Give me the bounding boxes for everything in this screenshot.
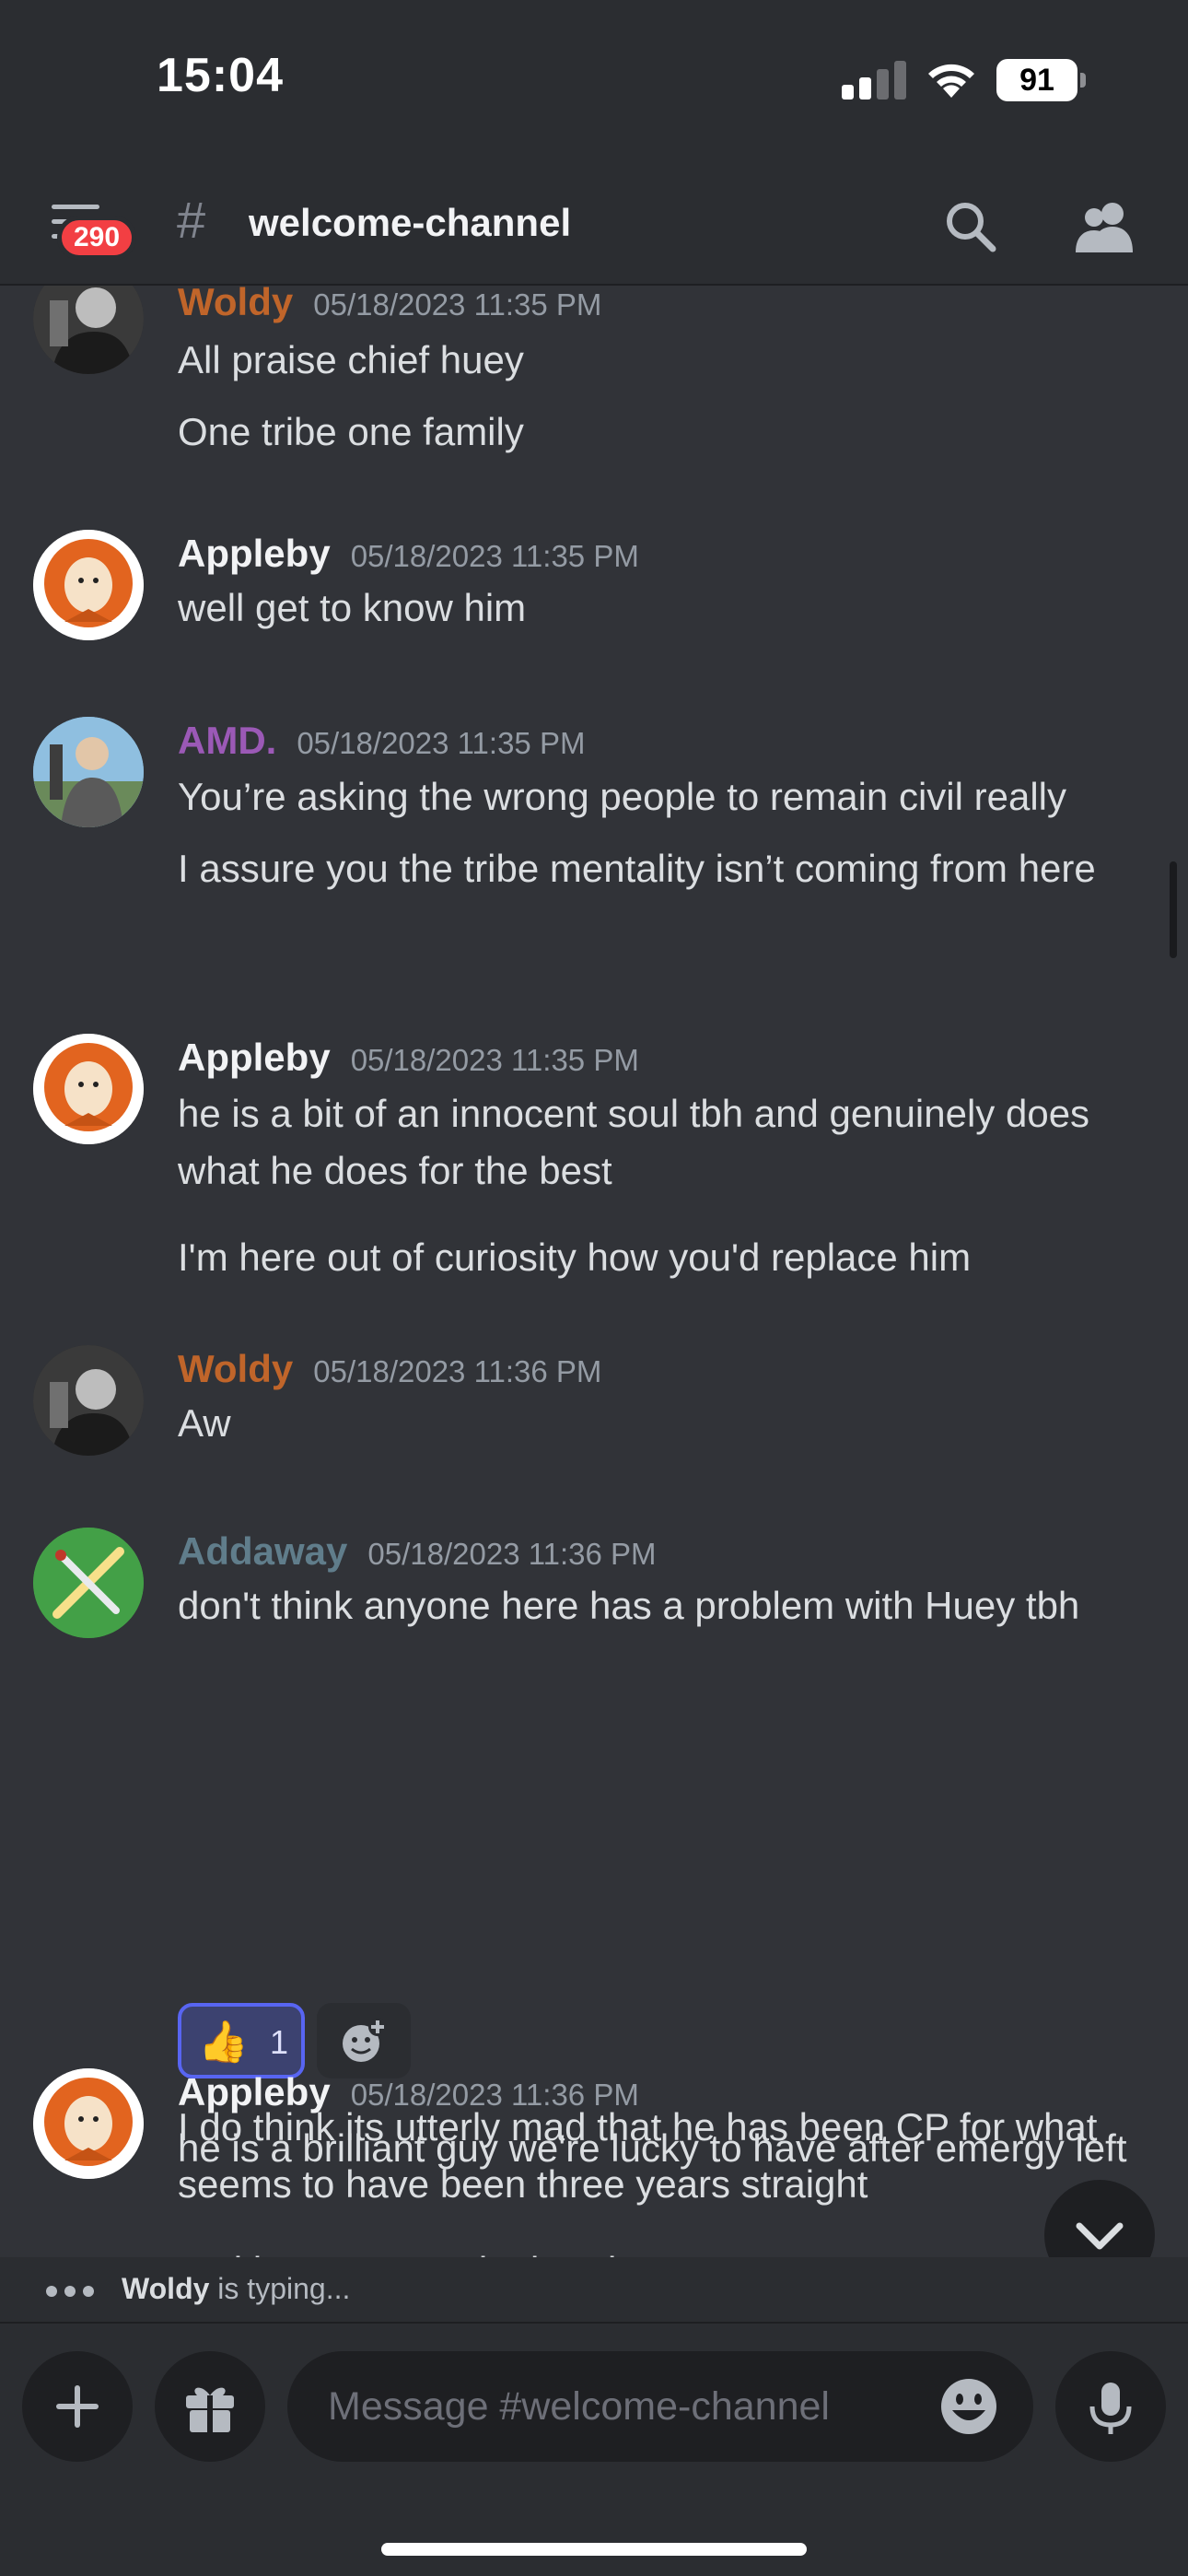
avatar[interactable]: [33, 1034, 144, 1144]
message-text: All praise chief huey: [178, 338, 524, 381]
message-list[interactable]: Woldy 05/18/2023 11:35 PM All praise chie…: [0, 286, 1188, 2257]
message-text: You’re asking the wrong people to remain…: [178, 775, 1066, 818]
plus-icon: [56, 2385, 99, 2428]
avatar[interactable]: [33, 1345, 144, 1456]
avatar[interactable]: [33, 530, 144, 640]
gift-button[interactable]: [155, 2351, 265, 2462]
avatar[interactable]: [33, 717, 144, 827]
typing-text: Woldy is typing...: [122, 2272, 350, 2306]
message-text: I assure you the tribe mentality isn’t c…: [178, 847, 1096, 890]
wifi-icon: [928, 64, 974, 98]
author-label[interactable]: AMD.: [178, 719, 276, 762]
unread-mentions-badge: 290: [57, 216, 136, 260]
members-icon[interactable]: [1072, 199, 1136, 254]
timestamp: 05/18/2023 11:36 PM: [313, 1354, 602, 1388]
message-input-placeholder: Message #welcome-channel: [328, 2384, 830, 2429]
channel-title[interactable]: welcome-channel: [249, 201, 571, 245]
typing-suffix: is typing...: [209, 2272, 351, 2305]
avatar[interactable]: [33, 2068, 144, 2179]
typing-indicator: Woldy is typing...: [0, 2257, 1188, 2322]
message-group[interactable]: Appleby 05/18/2023 11:35 PM he is a bit o…: [0, 1034, 1188, 1310]
search-icon[interactable]: [943, 199, 998, 254]
author-name[interactable]: Appleby 05/18/2023 11:36 PM: [178, 2070, 639, 2114]
author-label[interactable]: Appleby: [178, 2070, 331, 2113]
battery-level: 91: [1019, 63, 1054, 98]
message-group[interactable]: Addaway 05/18/2023 11:36 PM don't think a…: [0, 1528, 1188, 2257]
reaction-count: 1: [270, 2023, 289, 2061]
avatar[interactable]: [33, 1528, 144, 1638]
avatar[interactable]: [33, 286, 144, 374]
message-text: don't think anyone here has a problem wi…: [178, 1584, 1080, 1627]
microphone-icon: [1089, 2383, 1132, 2434]
attach-button[interactable]: [22, 2351, 133, 2462]
thumbs-up-icon: 👍: [198, 2020, 249, 2065]
message-group[interactable]: Woldy 05/18/2023 11:36 PM Aw: [0, 1345, 1188, 1483]
message-group[interactable]: Appleby 05/18/2023 11:36 PM he is a brill…: [0, 2068, 1188, 2253]
discord-screen: 15:04 91 290 # welcome-channel Woldy 05/…: [0, 0, 1188, 2576]
hash-icon: #: [177, 191, 206, 249]
timestamp: 05/18/2023 11:36 PM: [350, 2078, 639, 2112]
emoji-icon[interactable]: [936, 2373, 1002, 2440]
author-name[interactable]: Appleby 05/18/2023 11:35 PM: [178, 532, 639, 576]
add-reaction-button[interactable]: [317, 2003, 411, 2078]
timestamp: 05/18/2023 11:35 PM: [350, 1043, 639, 1077]
author-name[interactable]: AMD. 05/18/2023 11:35 PM: [178, 719, 585, 763]
timestamp: 05/18/2023 11:35 PM: [313, 287, 602, 322]
typing-dots-icon: [46, 2285, 101, 2301]
author-name[interactable]: Addaway 05/18/2023 11:36 PM: [178, 1529, 657, 1574]
message-text: he is a bit of an innocent soul tbh and …: [178, 1092, 1090, 1192]
author-label[interactable]: Woldy: [178, 286, 293, 323]
scrollbar-thumb[interactable]: [1170, 861, 1177, 958]
message-text: he is a brilliant guy we're lucky to hav…: [178, 2126, 1127, 2170]
message-text: One tribe one family: [178, 410, 524, 453]
author-name[interactable]: Woldy 05/18/2023 11:35 PM: [178, 286, 601, 324]
home-indicator[interactable]: [381, 2543, 807, 2556]
reaction-thumbs-up[interactable]: 👍 1: [178, 2003, 305, 2078]
channel-header: 290 # welcome-channel: [0, 157, 1188, 286]
author-name[interactable]: Appleby 05/18/2023 11:35 PM: [178, 1036, 639, 1080]
author-label[interactable]: Appleby: [178, 1036, 331, 1079]
status-bar: 15:04 91: [0, 0, 1188, 157]
gift-icon: [186, 2387, 234, 2432]
message-composer: Message #welcome-channel: [0, 2322, 1188, 2576]
timestamp: 05/18/2023 11:36 PM: [367, 1537, 657, 1571]
author-label[interactable]: Woldy: [178, 1347, 293, 1390]
timestamp: 05/18/2023 11:35 PM: [297, 726, 586, 760]
typing-user: Woldy: [122, 2272, 210, 2305]
clock: 15:04: [157, 49, 284, 102]
author-label[interactable]: Addaway: [178, 1529, 347, 1573]
message-text: Aw: [178, 1401, 231, 1445]
battery-icon: 91: [996, 59, 1086, 101]
message-text: well get to know him: [178, 586, 527, 629]
message-group[interactable]: Woldy 05/18/2023 11:35 PM All praise chie…: [0, 286, 1188, 470]
message-text: I'm here out of curiosity how you'd repl…: [178, 1235, 972, 1279]
author-name[interactable]: Woldy 05/18/2023 11:36 PM: [178, 1347, 601, 1391]
cellular-signal-icon: [842, 61, 906, 100]
message-input[interactable]: Message #welcome-channel: [287, 2351, 1033, 2462]
message-group[interactable]: AMD. 05/18/2023 11:35 PM You’re asking th…: [0, 717, 1188, 993]
add-reaction-icon: [343, 2018, 387, 2062]
message-group[interactable]: Appleby 05/18/2023 11:35 PM well get to k…: [0, 530, 1188, 668]
timestamp: 05/18/2023 11:35 PM: [350, 539, 639, 573]
author-label[interactable]: Appleby: [178, 532, 331, 575]
voice-message-button[interactable]: [1055, 2351, 1166, 2462]
